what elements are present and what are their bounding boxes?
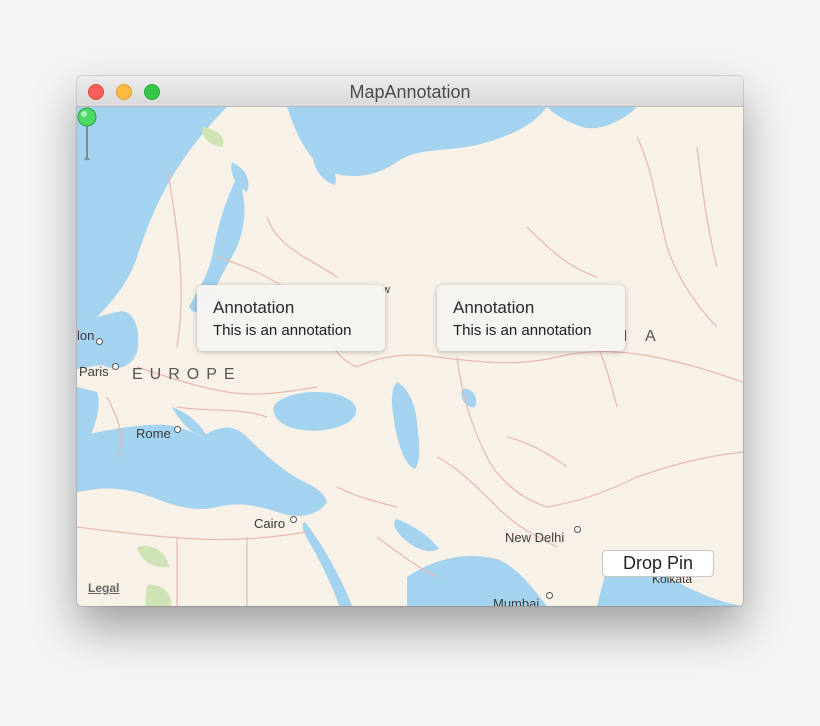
map-label-cairo: Cairo [254, 516, 286, 531]
map-label-paris: Paris [79, 364, 109, 379]
window-title: MapAnnotation [349, 82, 471, 102]
map-label-london: lon [77, 328, 95, 343]
callout-title: Annotation [213, 298, 295, 317]
cairo-dot-icon [290, 516, 297, 523]
map-label-new-delhi: New Delhi [505, 530, 565, 545]
new-delhi-dot-icon [574, 526, 581, 533]
rome-dot-icon [174, 426, 181, 433]
callout-subtitle: This is an annotation [453, 322, 592, 339]
mumbai-dot-icon [546, 592, 553, 599]
paris-dot-icon [112, 363, 119, 370]
map-tiles [77, 107, 743, 606]
map-pin-icon[interactable] [77, 107, 97, 161]
map-label-mumbai: Mumbai [493, 596, 540, 606]
map-view[interactable]: lon Paris EUROPE Rome Cairo New Delhi Ko… [77, 107, 743, 606]
app-window: MapAnnotation lon Paris EUROPE Rome Cair… [77, 76, 743, 606]
title-bar: MapAnnotation [77, 76, 743, 107]
callout-title: Annotation [453, 298, 535, 317]
drop-pin-button[interactable]: Drop Pin [602, 550, 714, 577]
map-label-rome: Rome [136, 426, 171, 441]
london-dot-icon [96, 338, 103, 345]
map-label-europe: EUROPE [132, 366, 242, 383]
annotation-callout-left[interactable]: Annotation This is an annotation [197, 285, 385, 351]
annotation-callout-right[interactable]: Annotation This is an annotation [437, 285, 625, 351]
callout-subtitle: This is an annotation [213, 322, 352, 339]
legal-link[interactable]: Legal [88, 581, 119, 595]
map-label-asia: I A [623, 328, 663, 345]
